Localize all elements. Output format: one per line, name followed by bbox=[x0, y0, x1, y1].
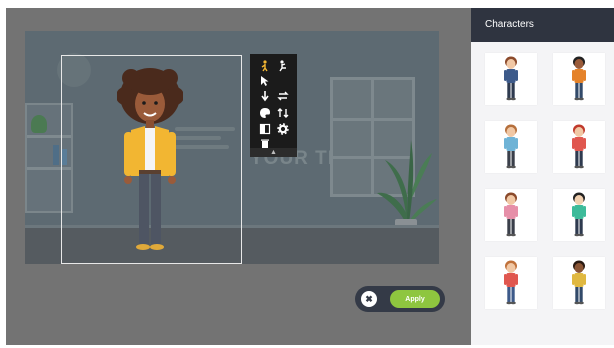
character-1-figure bbox=[504, 56, 518, 101]
character-thumbnail[interactable] bbox=[485, 257, 537, 309]
selected-character[interactable] bbox=[117, 66, 183, 256]
character-thumbnail[interactable] bbox=[485, 121, 537, 173]
character-3-figure bbox=[504, 124, 518, 169]
color-icon[interactable] bbox=[258, 106, 272, 120]
character-thumbnail[interactable] bbox=[553, 53, 605, 105]
character-thumbnail[interactable] bbox=[485, 53, 537, 105]
apply-button[interactable]: Apply bbox=[390, 290, 440, 308]
small-plant bbox=[31, 115, 47, 133]
character-toolbar: ▲ bbox=[250, 54, 297, 157]
pose-icon[interactable] bbox=[276, 59, 290, 73]
settings-icon[interactable] bbox=[276, 122, 290, 136]
close-icon: ✖ bbox=[365, 293, 373, 304]
character-8-figure bbox=[572, 260, 586, 305]
character-thumbnail[interactable] bbox=[553, 121, 605, 173]
character-7-figure bbox=[504, 260, 518, 305]
character-thumbnail[interactable] bbox=[553, 257, 605, 309]
cancel-button[interactable]: ✖ bbox=[361, 291, 377, 307]
move-down-icon[interactable] bbox=[258, 89, 272, 103]
panel-title: Characters bbox=[485, 19, 534, 30]
contrast-icon[interactable] bbox=[258, 122, 272, 136]
character-6-figure bbox=[572, 192, 586, 237]
swap-icon[interactable] bbox=[276, 89, 290, 103]
toolbar-collapse-button[interactable]: ▲ bbox=[250, 148, 297, 157]
character-2-figure bbox=[572, 56, 586, 101]
frame-top-border bbox=[0, 0, 614, 8]
character-5-figure bbox=[504, 192, 518, 237]
pointer-icon[interactable] bbox=[258, 74, 272, 88]
flip-icon[interactable] bbox=[276, 106, 290, 120]
walk-icon[interactable] bbox=[258, 59, 272, 73]
character-thumbnail[interactable] bbox=[553, 189, 605, 241]
character-thumbnail[interactable] bbox=[485, 189, 537, 241]
panel-header: Characters bbox=[471, 8, 614, 42]
potted-plant bbox=[377, 140, 437, 225]
character-4-figure bbox=[572, 124, 586, 169]
